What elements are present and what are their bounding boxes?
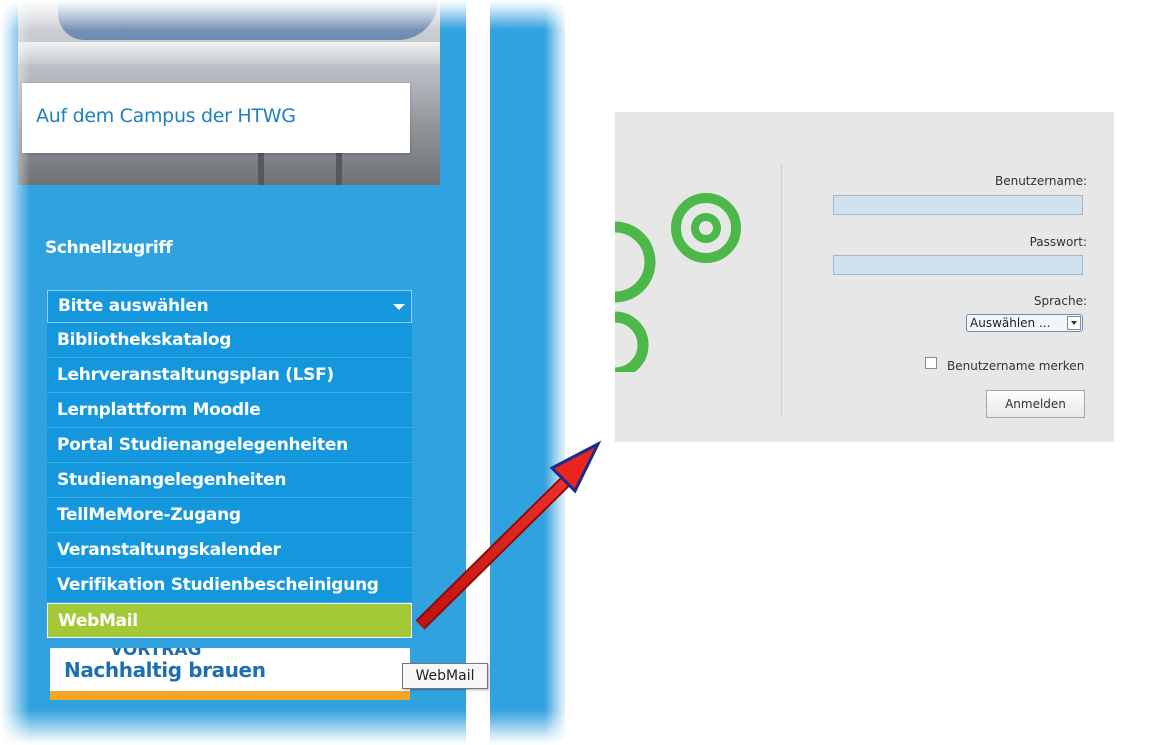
quickaccess-dropdown[interactable]: Bitte auswählen Bibliothekskatalog Lehrv… — [47, 290, 412, 638]
quickaccess-select[interactable]: Bitte auswählen — [47, 290, 412, 323]
campus-caption-text[interactable]: Auf dem Campus der HTWG — [36, 105, 296, 127]
photo-post — [258, 150, 264, 185]
login-button[interactable]: Anmelden — [986, 390, 1085, 418]
dropdown-option[interactable]: Bibliothekskatalog — [47, 323, 412, 358]
quickaccess-select-label: Bitte auswählen — [58, 296, 209, 316]
webmail-tooltip: WebMail — [402, 663, 488, 689]
language-select[interactable]: Auswählen ... — [966, 314, 1083, 332]
password-label: Passwort: — [1029, 235, 1087, 249]
dropdown-option[interactable]: Verifikation Studienbescheinigung — [47, 568, 412, 603]
logo-ring-outer — [671, 193, 741, 263]
language-label: Sprache: — [1033, 294, 1087, 308]
dropdown-option[interactable]: TellMeMore-Zugang — [47, 498, 412, 533]
panel-fade — [0, 0, 30, 745]
arrow-shaft — [416, 468, 579, 629]
quickaccess-title: Schnellzugriff — [45, 238, 173, 258]
photo-post — [336, 150, 342, 185]
username-label: Benutzername: — [994, 174, 1087, 188]
logo-ring-inner — [691, 213, 721, 243]
dropdown-option[interactable]: Portal Studienangelegenheiten — [47, 428, 412, 463]
webmail-logo-icon — [615, 193, 741, 372]
news-teaser[interactable]: VORTRAG Nachhaltig brauen — [50, 648, 410, 700]
logo-ring-left — [615, 221, 656, 303]
password-field[interactable] — [833, 255, 1083, 275]
dropdown-option[interactable]: Studienangelegenheiten — [47, 463, 412, 498]
dropdown-option-webmail[interactable]: WebMail — [47, 603, 412, 638]
chevron-down-icon — [393, 304, 405, 310]
photo-bench — [18, 42, 440, 64]
campus-caption-box[interactable]: Auf dem Campus der HTWG — [22, 83, 410, 153]
dropdown-option[interactable]: Lehrveranstaltungsplan (LSF) — [47, 358, 412, 393]
red-pointer-arrow — [415, 440, 602, 630]
teaser-accent-bar — [50, 691, 410, 700]
remember-label[interactable]: Benutzername merken — [947, 359, 1084, 373]
dropdown-option[interactable]: Lernplattform Moodle — [47, 393, 412, 428]
teaser-headline[interactable]: Nachhaltig brauen — [64, 658, 266, 682]
webmail-login-panel: Benutzername: Passwort: Sprache: Auswähl… — [615, 112, 1114, 442]
logo-ring-bottom — [615, 311, 649, 372]
chevron-down-icon[interactable] — [1067, 316, 1081, 330]
username-field[interactable] — [833, 195, 1083, 215]
remember-checkbox[interactable] — [925, 357, 937, 369]
dropdown-option[interactable]: Veranstaltungskalender — [47, 533, 412, 568]
language-select-value: Auswählen ... — [970, 316, 1051, 330]
login-divider — [781, 164, 782, 417]
